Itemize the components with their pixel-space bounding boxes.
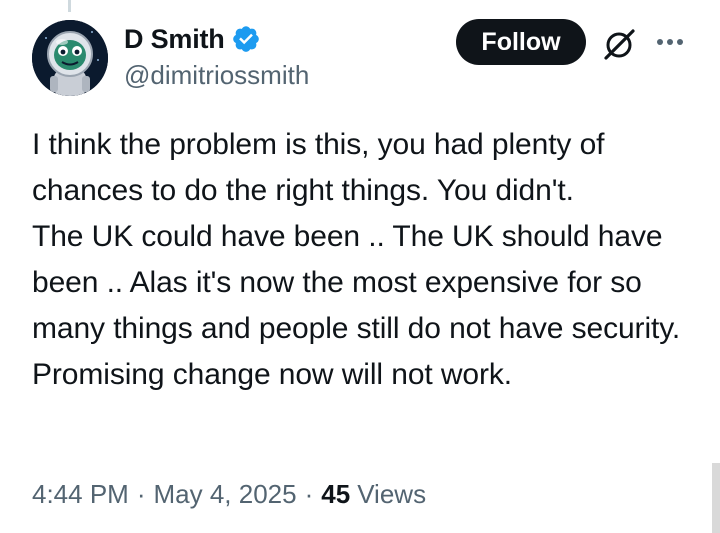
thread-connector-line	[68, 0, 71, 12]
verified-badge-icon	[231, 24, 261, 54]
author-display-name[interactable]: D Smith	[124, 24, 225, 55]
meta-separator: ·	[304, 478, 314, 509]
views-label: Views	[357, 478, 427, 509]
avatar-image	[32, 20, 108, 96]
views-count: 45	[321, 478, 351, 509]
scrollbar[interactable]	[712, 463, 720, 533]
tweet-time[interactable]: 4:44 PM	[32, 479, 129, 510]
tweet-meta: 4:44 PM · May 4, 2025 · 45 Views	[32, 474, 426, 514]
meta-separator: ·	[136, 478, 146, 509]
more-options-icon[interactable]	[652, 28, 688, 56]
grok-icon[interactable]	[600, 25, 638, 63]
tweet-date[interactable]: May 4, 2025	[154, 479, 297, 510]
author-handle[interactable]: @dimitriossmith	[124, 60, 309, 91]
author-name-row: D Smith	[124, 22, 261, 56]
avatar[interactable]	[32, 20, 108, 96]
follow-button[interactable]: Follow	[456, 19, 586, 65]
tweet-text: I think the problem is this, you had ple…	[32, 128, 681, 391]
